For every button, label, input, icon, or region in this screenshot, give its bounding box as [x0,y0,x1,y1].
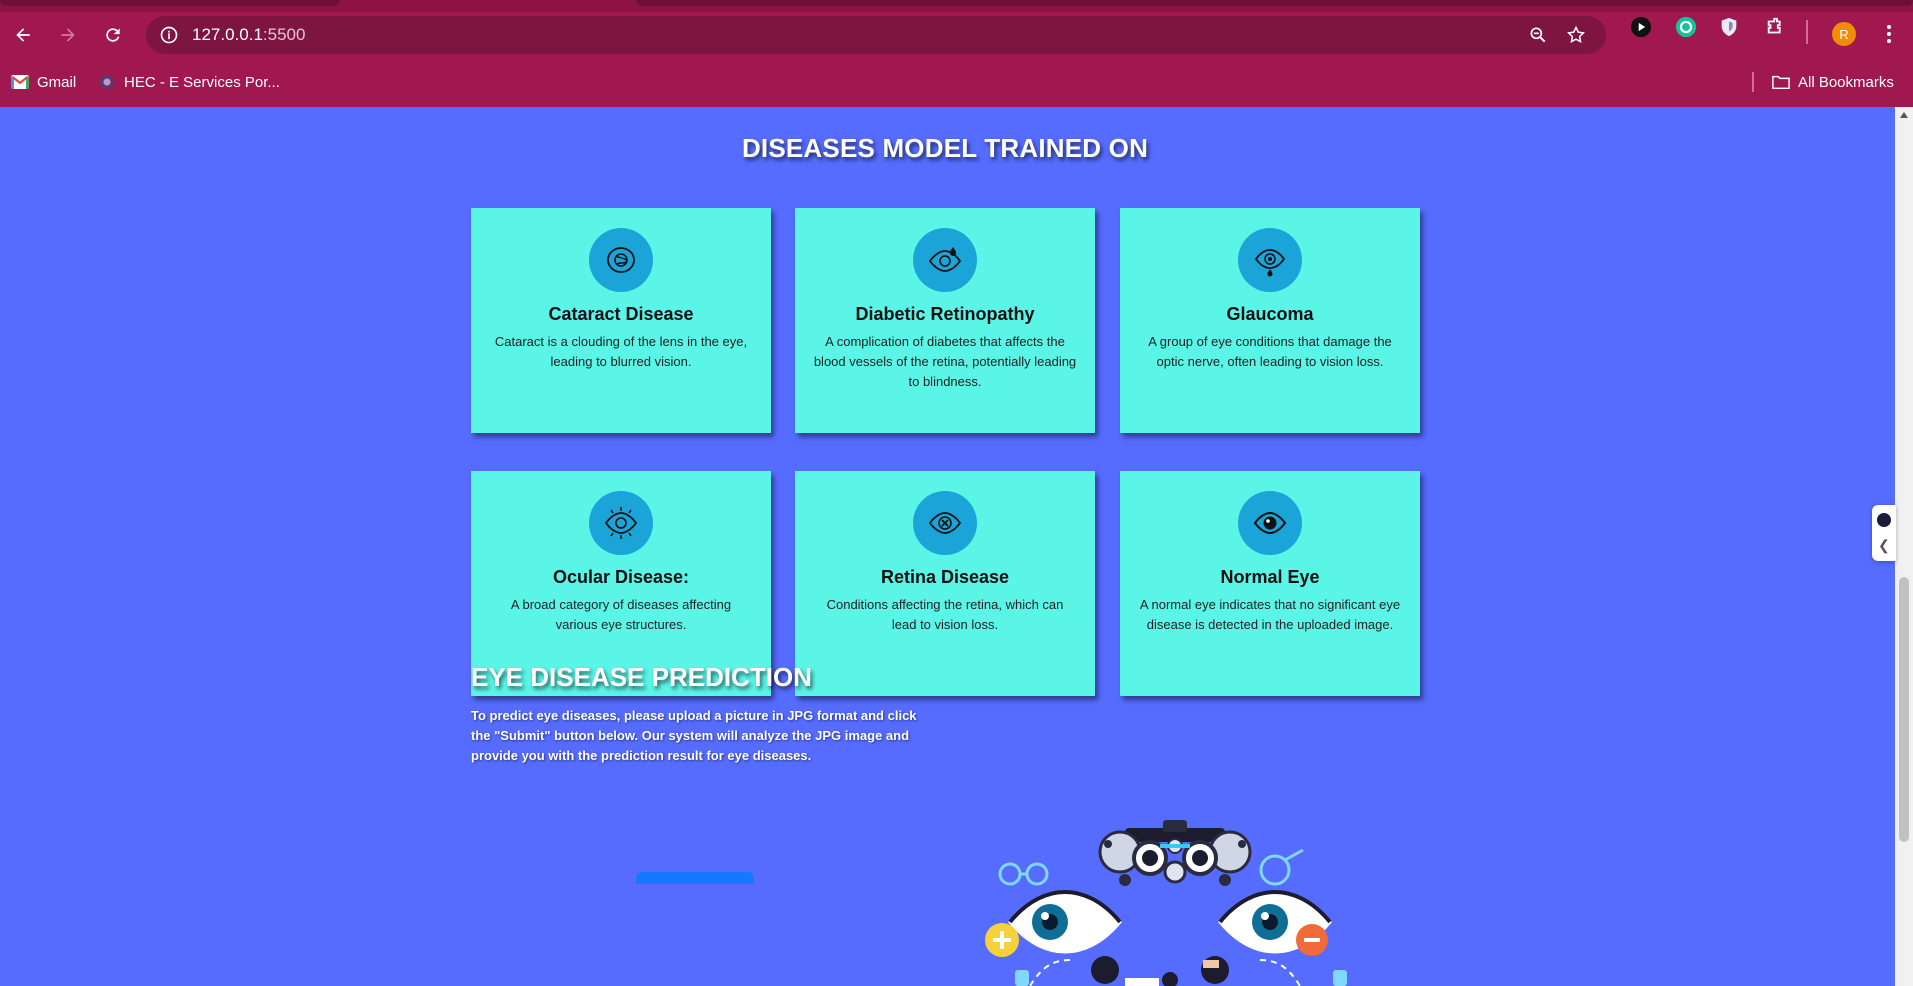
eye-model-outline [1259,848,1304,886]
url-host: 127.0.0.1 [192,25,263,44]
scroll-up-arrow-icon[interactable] [1900,112,1908,118]
glaucoma-eye-icon [1238,228,1302,292]
card-title: Retina Disease [880,567,1010,587]
forward-button[interactable] [50,17,86,53]
card-title: Ocular Disease: [552,567,690,587]
all-bookmarks-label: All Bookmarks [1798,73,1894,91]
retina-eye-icon [913,491,977,555]
browser-toolbar: 127.0.0.1:5500 [0,12,1913,58]
reload-button[interactable] [95,17,131,53]
browser-menu-icon[interactable] [1878,20,1900,48]
bookmark-gmail[interactable]: Gmail [11,70,76,94]
tab-strip [0,0,1913,12]
bookmark-hec[interactable]: HEC - E Services Por... [98,70,280,94]
card-description: A normal eye indicates that no significa… [1139,597,1401,632]
minus-badge-icon [1296,924,1328,956]
forward-arrow-icon [61,28,75,42]
reload-icon [106,28,120,42]
card-description: Cataract is a clouding of the lens in th… [494,334,748,369]
upload-button[interactable] [636,872,754,884]
card-description: Conditions affecting the retina, which c… [826,597,1064,632]
page-content: DISEASES MODEL TRAINED ON Cataract Disea… [0,107,1895,986]
all-bookmarks-button[interactable]: All Bookmarks [1772,70,1894,94]
toolbar-divider [1806,20,1808,44]
disease-card-normal: Normal Eye A normal eye indicates that n… [1120,471,1420,696]
url-text: 127.0.0.1:5500 [192,25,305,45]
tab-edge[interactable] [0,0,340,6]
card-title: Diabetic Retinopathy [855,304,1035,324]
scrollbar-thumb[interactable] [1899,577,1909,842]
site-info-icon[interactable] [158,24,180,46]
page-scrollbar[interactable] [1895,107,1913,986]
extension-dot-icon [1877,513,1891,527]
bookmark-label: Gmail [37,73,77,91]
doctor-patient-figures [1091,956,1229,986]
diseases-section-title: DISEASES MODEL TRAINED ON [741,133,1149,163]
disease-card-diabetic-retinopathy: Diabetic Retinopathy A complication of d… [795,208,1095,433]
card-description: A broad category of diseases affecting v… [510,597,732,632]
card-title: Normal Eye [1220,567,1320,587]
bookmarks-divider [1752,72,1754,92]
folder-icon [1772,74,1790,90]
disease-card-retina: Retina Disease Conditions affecting the … [795,471,1095,696]
url-port: :5500 [262,25,306,44]
extension-play-icon[interactable] [1628,14,1654,40]
gmail-icon [11,74,29,90]
diabetic-eye-icon [913,228,977,292]
bookmark-star-icon[interactable] [1565,24,1587,46]
back-button[interactable] [5,17,41,53]
side-extension-widget[interactable]: ❮ [1872,505,1896,561]
extensions-puzzle-icon[interactable] [1763,14,1789,40]
zoom-icon[interactable] [1527,24,1549,46]
disease-card-glaucoma: Glaucoma A group of eye conditions that … [1120,208,1420,433]
card-description: A group of eye conditions that damage th… [1148,334,1392,369]
normal-eye-icon [1238,491,1302,555]
extension-grammarly-icon[interactable] [1673,14,1699,40]
extension-shield-icon[interactable] [1716,14,1742,40]
bottle-graphic [1015,970,1029,986]
prediction-description: To predict eye diseases, please upload a… [471,708,917,763]
card-title: Cataract Disease [548,304,694,324]
tab-edge[interactable] [636,0,1913,6]
cataract-eye-icon [589,228,653,292]
eye-exam-illustration [985,820,1347,986]
back-arrow-icon [16,28,30,42]
chevron-left-icon[interactable]: ❮ [1878,537,1890,554]
prediction-title: EYE DISEASE PREDICTION [471,662,812,692]
left-eye-graphic [1008,889,1122,954]
browser-frame: 127.0.0.1:5500 R Gmail HEC - E Services … [0,0,1913,107]
hec-icon [98,74,116,90]
glasses-outline [998,862,1049,886]
cup-graphic [1333,970,1347,986]
disease-card-cataract: Cataract Disease Cataract is a clouding … [471,208,771,433]
address-bar[interactable]: 127.0.0.1:5500 [146,16,1606,54]
bookmark-label: HEC - E Services Por... [124,73,280,91]
card-description: A complication of diabetes that affects … [813,334,1077,389]
bookmarks-bar: Gmail HEC - E Services Por... All Bookma… [0,68,1913,96]
plus-badge-icon [985,923,1019,957]
profile-avatar[interactable]: R [1832,22,1856,46]
card-title: Glaucoma [1226,304,1314,324]
ocular-eye-icon [589,491,653,555]
